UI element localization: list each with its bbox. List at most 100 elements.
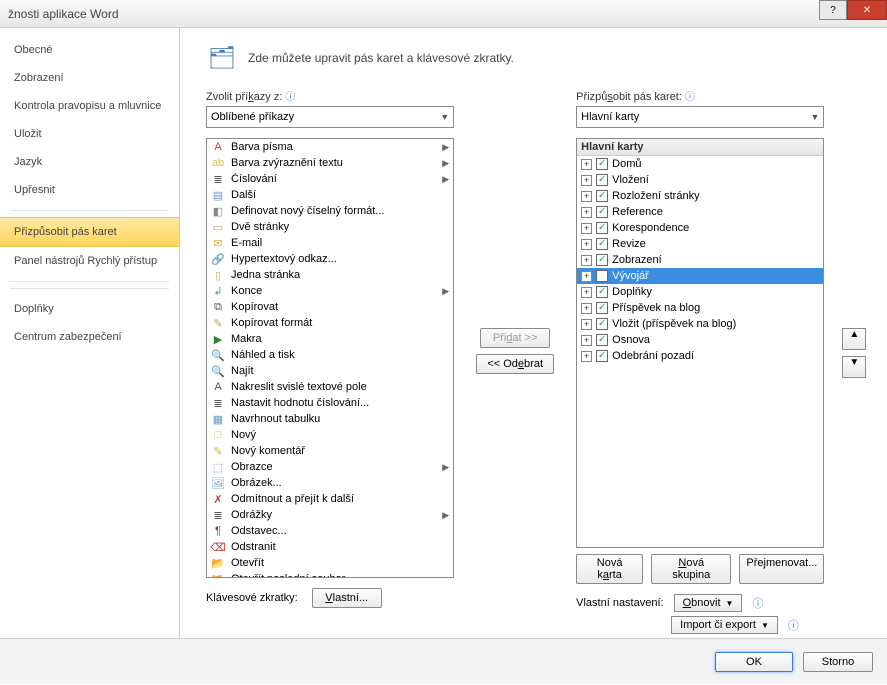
ribbon-tab-item[interactable]: +✓Doplňky [577, 284, 823, 300]
expand-icon[interactable]: + [581, 255, 592, 266]
ribbon-tab-item[interactable]: +✓Domů [577, 156, 823, 172]
nav-item-7[interactable]: Panel nástrojů Rychlý přístup [0, 247, 179, 275]
command-item[interactable]: ANakreslit svislé textové pole [207, 379, 453, 395]
tab-checkbox[interactable]: ✓ [596, 350, 608, 362]
expand-icon[interactable]: + [581, 223, 592, 234]
command-item[interactable]: ↲Konce▶ [207, 283, 453, 299]
ok-button[interactable]: OK [715, 652, 793, 672]
tab-checkbox[interactable]: ✓ [596, 174, 608, 186]
new-tab-button[interactable]: Nová karta [576, 554, 643, 584]
import-export-dropdown[interactable]: Import či export▼ [671, 616, 778, 634]
nav-item-5[interactable]: Upřesnit [0, 176, 179, 204]
nav-item-2[interactable]: Kontrola pravopisu a mluvnice [0, 92, 179, 120]
command-item[interactable]: ✗Odmítnout a přejít k další [207, 491, 453, 507]
choose-commands-combo[interactable]: Oblíbené příkazy▼ [206, 106, 454, 128]
command-item[interactable]: 🔍Najít [207, 363, 453, 379]
expand-icon[interactable]: + [581, 159, 592, 170]
command-item[interactable]: 📂Otevřít poslední soubor... [207, 571, 453, 578]
command-item[interactable]: ≣Nastavit hodnotu číslování... [207, 395, 453, 411]
tab-checkbox[interactable]: ✓ [596, 190, 608, 202]
nav-item-6[interactable]: Přizpůsobit pás karet [0, 217, 179, 247]
expand-icon[interactable]: + [581, 319, 592, 330]
tab-checkbox[interactable]: ✓ [596, 286, 608, 298]
rename-button[interactable]: Přejmenovat... [739, 554, 824, 584]
ribbon-tab-item[interactable]: +✓Revize [577, 236, 823, 252]
ribbon-tab-item[interactable]: +✓Vložit (příspěvek na blog) [577, 316, 823, 332]
nav-item-3[interactable]: Uložit [0, 120, 179, 148]
command-item[interactable]: ✎Nový komentář [207, 443, 453, 459]
command-item[interactable]: ✉E-mail [207, 235, 453, 251]
command-item[interactable]: 📂Otevřít [207, 555, 453, 571]
customize-ribbon-combo[interactable]: Hlavní karty▼ [576, 106, 824, 128]
expand-icon[interactable]: + [581, 287, 592, 298]
expand-icon[interactable]: + [581, 207, 592, 218]
expand-icon[interactable]: + [581, 175, 592, 186]
info-icon[interactable]: ⓘ [788, 617, 799, 633]
ribbon-tabs-tree[interactable]: Hlavní karty +✓Domů+✓Vložení+✓Rozložení … [576, 138, 824, 548]
expand-icon[interactable]: + [581, 191, 592, 202]
ribbon-tab-item[interactable]: +✓Příspěvek na blog [577, 300, 823, 316]
tab-checkbox[interactable]: ✓ [596, 222, 608, 234]
new-group-button[interactable]: Nová skupina [651, 554, 731, 584]
tab-checkbox[interactable]: ✓ [596, 254, 608, 266]
command-item[interactable]: ≣Odrážky▶ [207, 507, 453, 523]
ribbon-tab-item[interactable]: +✓Osnova [577, 332, 823, 348]
tab-checkbox[interactable]: ✓ [596, 302, 608, 314]
cancel-button[interactable]: Storno [803, 652, 873, 672]
ribbon-tab-item[interactable]: +✓Korespondence [577, 220, 823, 236]
commands-list[interactable]: ABarva písma▶abBarva zvýraznění textu▶≣Č… [206, 138, 454, 578]
info-icon[interactable]: ⓘ [752, 595, 763, 611]
command-item[interactable]: ⬚Obrazce▶ [207, 459, 453, 475]
info-icon[interactable]: ⓘ [685, 92, 695, 103]
add-button[interactable]: Přidat >> [480, 328, 550, 348]
command-item[interactable]: ABarva písma▶ [207, 139, 453, 155]
reset-dropdown[interactable]: Obnovit▼ [674, 594, 743, 612]
close-button[interactable]: ✕ [847, 0, 887, 20]
command-item[interactable]: ✎Kopírovat formát [207, 315, 453, 331]
ribbon-tab-item[interactable]: +✓Odebrání pozadí [577, 348, 823, 364]
nav-item-1[interactable]: Zobrazení [0, 64, 179, 92]
command-item[interactable]: ≣Číslování▶ [207, 171, 453, 187]
nav-item-8[interactable]: Doplňky [0, 295, 179, 323]
command-item[interactable]: ⧉Kopírovat [207, 299, 453, 315]
command-item[interactable]: ▤Další [207, 187, 453, 203]
nav-item-0[interactable]: Obecné [0, 36, 179, 64]
command-item[interactable]: 🖼Obrázek... [207, 475, 453, 491]
command-item[interactable]: ▭Dvě stránky [207, 219, 453, 235]
ribbon-tab-item[interactable]: +Vývojář [577, 268, 823, 284]
command-item[interactable]: ◧Definovat nový číselný formát... [207, 203, 453, 219]
move-down-button[interactable]: ▼ [842, 356, 866, 378]
move-up-button[interactable]: ▲ [842, 328, 866, 350]
expand-icon[interactable]: + [581, 239, 592, 250]
expand-icon[interactable]: + [581, 351, 592, 362]
tab-checkbox[interactable]: ✓ [596, 158, 608, 170]
nav-item-4[interactable]: Jazyk [0, 148, 179, 176]
command-item[interactable]: 🔗Hypertextový odkaz... [207, 251, 453, 267]
command-label: Jedna stránka [231, 269, 451, 281]
help-button[interactable]: ? [819, 0, 847, 20]
ribbon-tab-item[interactable]: +✓Zobrazení [577, 252, 823, 268]
expand-icon[interactable]: + [581, 271, 592, 282]
expand-icon[interactable]: + [581, 335, 592, 346]
command-item[interactable]: ¶Odstavec... [207, 523, 453, 539]
command-item[interactable]: 🔍Náhled a tisk [207, 347, 453, 363]
command-item[interactable]: ▶Makra [207, 331, 453, 347]
tab-checkbox[interactable]: ✓ [596, 238, 608, 250]
command-item[interactable]: □Nový [207, 427, 453, 443]
ribbon-tab-item[interactable]: +✓Reference [577, 204, 823, 220]
ribbon-tab-item[interactable]: +✓Rozložení stránky [577, 188, 823, 204]
nav-item-9[interactable]: Centrum zabezpečení [0, 323, 179, 351]
command-item[interactable]: ▯Jedna stránka [207, 267, 453, 283]
command-item[interactable]: abBarva zvýraznění textu▶ [207, 155, 453, 171]
tab-checkbox[interactable]: ✓ [596, 334, 608, 346]
expand-icon[interactable]: + [581, 303, 592, 314]
tab-checkbox[interactable]: ✓ [596, 206, 608, 218]
keyboard-customize-button[interactable]: Vlastní... [312, 588, 382, 608]
remove-button[interactable]: << Odebrat [476, 354, 554, 374]
tab-checkbox[interactable]: ✓ [596, 318, 608, 330]
command-item[interactable]: ⌫Odstranit [207, 539, 453, 555]
tab-checkbox[interactable] [596, 270, 608, 282]
ribbon-tab-item[interactable]: +✓Vložení [577, 172, 823, 188]
command-item[interactable]: ▦Navrhnout tabulku [207, 411, 453, 427]
info-icon[interactable]: ⓘ [285, 92, 295, 103]
